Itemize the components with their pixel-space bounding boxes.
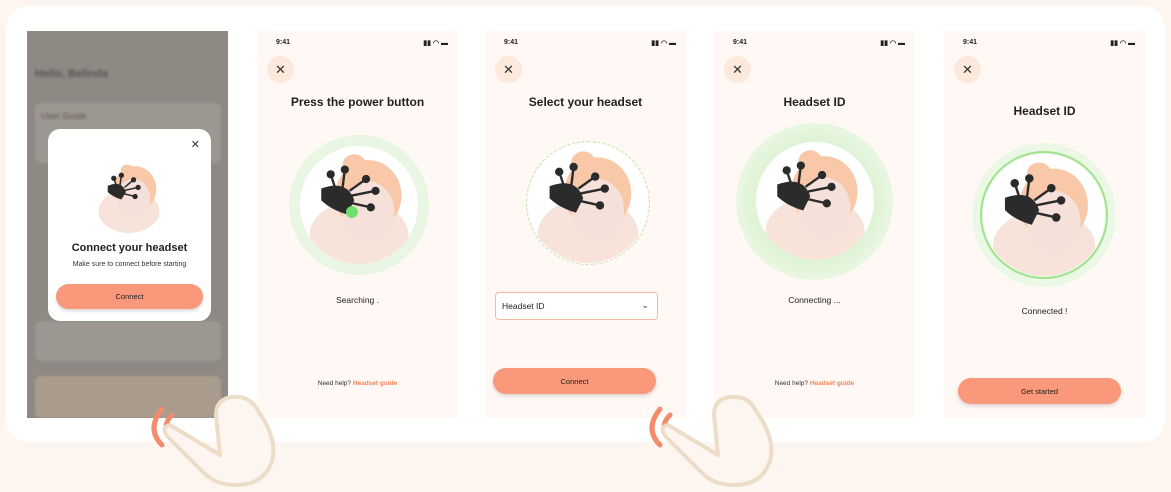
status-bar: 9:41 ▮▮ ◠ ▬ (714, 39, 915, 49)
signal-wifi-battery-icon: ▮▮ ◠ ▬ (651, 40, 676, 47)
select-value: Headset ID (502, 301, 545, 311)
blurred-greeting: Hello, Belinda (35, 68, 108, 80)
screen-connecting: 9:41 ▮▮ ◠ ▬ ✕ Headset ID Connecting ... … (714, 31, 915, 418)
get-started-button[interactable]: Get started (958, 378, 1121, 404)
help-text: Need help? (774, 380, 808, 387)
blurred-section-label: User Guide (41, 111, 87, 121)
tap-gesture-icon (649, 394, 774, 487)
headset-illustration (528, 143, 648, 263)
modal-subtitle: Make sure to connect before starting (72, 261, 187, 268)
headset-illustration (300, 146, 418, 264)
status-time: 9:41 (963, 39, 978, 46)
close-icon[interactable]: ✕ (724, 56, 751, 83)
close-icon[interactable]: ✕ (495, 56, 522, 83)
signal-wifi-battery-icon: ▮▮ ◠ ▬ (423, 40, 448, 47)
status-bar: 9:41 ▮▮ ◠ ▬ (257, 39, 458, 49)
screen-power-button: 9:41 ▮▮ ◠ ▬ ✕ Press the power button Sea… (257, 31, 458, 418)
connect-button[interactable]: Connect (56, 284, 203, 309)
chevron-down-icon: ⌄ (641, 300, 649, 310)
screen-connected: 9:41 ▮▮ ◠ ▬ ✕ Headset ID Connected ! Get… (944, 31, 1145, 418)
tap-gesture-icon (151, 394, 276, 487)
connected-status: Connected ! (1021, 306, 1068, 316)
connecting-status: Connecting ... (788, 295, 841, 305)
screen-title: Headset ID (1013, 104, 1076, 118)
status-time: 9:41 (504, 39, 519, 46)
headset-guide-link[interactable]: Headset guide (810, 380, 854, 387)
head-with-headset-icon (537, 151, 639, 263)
screen-title: Press the power button (290, 95, 425, 109)
connect-button[interactable]: Connect (493, 368, 656, 394)
headset-illustration (91, 157, 167, 233)
modal-title: Connect your headset (71, 242, 188, 254)
close-icon[interactable]: ✕ (954, 56, 981, 83)
close-icon[interactable]: ✕ (267, 56, 294, 83)
signal-wifi-battery-icon: ▮▮ ◠ ▬ (1110, 40, 1135, 47)
screen-title: Headset ID (783, 95, 846, 109)
head-with-headset-icon (309, 154, 409, 264)
head-with-headset-icon (98, 164, 160, 233)
blurred-card (35, 321, 221, 361)
power-light-icon (346, 206, 358, 218)
screen-connect-modal: Hello, Belinda User Guide ✕ Connect your… (27, 31, 228, 418)
headset-illustration (983, 154, 1105, 276)
headset-guide-link[interactable]: Headset guide (353, 380, 397, 387)
head-with-headset-icon (992, 162, 1096, 276)
status-time: 9:41 (276, 39, 291, 46)
status-time: 9:41 (733, 39, 748, 46)
close-icon[interactable]: ✕ (191, 138, 200, 151)
status-bar: 9:41 ▮▮ ◠ ▬ (944, 39, 1145, 49)
connect-headset-modal: ✕ Connect your headset Make sure to conn… (48, 129, 211, 321)
headset-illustration (756, 142, 874, 260)
headset-select[interactable]: Headset ID ⌄ (495, 292, 658, 320)
screen-title: Select your headset (528, 95, 643, 109)
search-status: Searching . (336, 295, 379, 305)
signal-wifi-battery-icon: ▮▮ ◠ ▬ (880, 40, 905, 47)
help-line: Need help? Headset guide (257, 380, 458, 387)
status-bar: 9:41 ▮▮ ◠ ▬ (485, 39, 686, 49)
screen-select-headset: 9:41 ▮▮ ◠ ▬ ✕ Select your headset Headse… (485, 31, 686, 418)
help-text: Need help? (317, 380, 351, 387)
head-with-headset-icon (765, 150, 865, 260)
